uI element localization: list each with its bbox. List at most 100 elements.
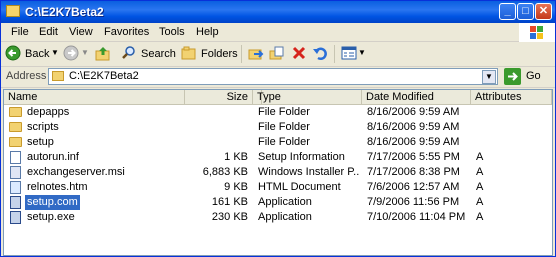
file-date-modified: 7/6/2006 12:57 AM [367, 181, 460, 193]
go-button[interactable]: Go [504, 68, 550, 85]
file-row[interactable]: depapps File Folder 8/16/2006 9:59 AM [4, 105, 552, 120]
delete-icon [292, 46, 306, 60]
file-size: 6,883 KB [202, 166, 248, 178]
folder-icon [9, 122, 22, 132]
address-value: C:\E2K7Beta2 [69, 70, 139, 82]
file-date-modified: 8/16/2006 9:59 AM [367, 106, 460, 118]
file-attributes: A [476, 166, 484, 178]
windows-logo-icon [519, 23, 555, 42]
folder-icon [6, 5, 20, 17]
file-name: relnotes.htm [27, 181, 88, 193]
application-icon [10, 196, 21, 209]
file-type: Setup Information [258, 151, 345, 163]
maximize-button[interactable]: □ [517, 3, 534, 20]
window-title: C:\E2K7Beta2 [25, 5, 104, 19]
folders-label: Folders [201, 48, 238, 60]
file-type: HTML Document [258, 181, 341, 193]
file-row[interactable]: scripts File Folder 8/16/2006 9:59 AM [4, 120, 552, 135]
back-label: Back [25, 48, 50, 60]
menu-favorites[interactable]: Favorites [104, 26, 149, 38]
file-row[interactable]: exchangeserver.msi 6,883 KB Windows Instal… [4, 165, 552, 180]
settings-file-icon [10, 151, 21, 164]
menu-file[interactable]: File [11, 26, 29, 38]
delete-button[interactable] [291, 45, 309, 63]
forward-button[interactable]: ▼ [63, 45, 89, 63]
application-icon [10, 211, 21, 224]
move-to-button[interactable] [248, 45, 266, 63]
file-attributes [476, 135, 536, 150]
file-date-modified: 7/10/2006 11:04 PM [367, 211, 466, 223]
minimize-button[interactable]: _ [499, 3, 516, 20]
file-size: 9 KB [224, 181, 248, 193]
file-row[interactable]: setup File Folder 8/16/2006 9:59 AM [4, 135, 552, 150]
file-row[interactable]: relnotes.htm 9 KB HTML Document 7/6/2006 12… [4, 180, 552, 195]
go-label: Go [526, 70, 541, 82]
file-name: scripts [27, 121, 59, 133]
toolbar-separator [241, 45, 242, 63]
file-name: autorun.inf [27, 151, 79, 163]
file-name: setup.com [25, 195, 80, 210]
file-date-modified: 8/16/2006 9:59 AM [367, 121, 460, 133]
file-name: setup.exe [27, 211, 75, 223]
file-type: Application [258, 211, 312, 223]
views-button[interactable]: ▼ [341, 45, 367, 63]
up-folder-button[interactable] [95, 45, 113, 63]
explorer-window: C:\E2K7Beta2 _ □ ✕ File Edit View Favori… [0, 0, 556, 257]
chevron-down-icon[interactable]: ▼ [81, 48, 89, 57]
file-attributes [476, 120, 536, 135]
folder-icon [9, 137, 22, 147]
file-row[interactable]: setup.exe 230 KB Application 7/10/2006 11:0… [4, 210, 552, 225]
installer-icon [10, 166, 21, 179]
file-date-modified: 7/17/2006 5:55 PM [367, 151, 460, 163]
address-label: Address [6, 70, 47, 82]
file-date-modified: 8/16/2006 9:59 AM [367, 136, 460, 148]
chevron-down-icon[interactable]: ▼ [358, 48, 366, 57]
chevron-down-icon[interactable]: ▼ [51, 48, 59, 57]
column-header-type[interactable]: Type [253, 90, 362, 104]
file-attributes: A [476, 181, 484, 193]
folder-icon [9, 107, 22, 117]
close-button[interactable]: ✕ [535, 3, 552, 20]
file-type: File Folder [258, 106, 310, 118]
file-row[interactable]: autorun.inf 1 KB Setup Information 7/17/200… [4, 150, 552, 165]
undo-icon [313, 47, 327, 60]
file-attributes [476, 105, 536, 120]
column-header-attributes[interactable]: Attributes [471, 90, 552, 104]
file-type: Application [258, 196, 312, 208]
back-button[interactable]: Back ▼ [5, 45, 59, 63]
toolbar-separator [334, 45, 335, 63]
file-date-modified: 7/17/2006 8:38 PM [367, 166, 460, 178]
menu-bar: File Edit View Favorites Tools Help [1, 23, 555, 42]
folders-icon [181, 46, 196, 60]
move-to-folder-icon [248, 49, 264, 60]
undo-button[interactable] [312, 45, 330, 63]
file-name: exchangeserver.msi [27, 166, 125, 178]
column-header-date-modified[interactable]: Date Modified [362, 90, 471, 104]
menu-edit[interactable]: Edit [39, 26, 58, 38]
go-arrow-icon [504, 68, 521, 85]
menu-help[interactable]: Help [196, 26, 219, 38]
folders-button[interactable]: Folders [181, 45, 238, 63]
file-size [189, 120, 248, 135]
forward-arrow-icon [63, 45, 79, 61]
file-name: depapps [27, 106, 70, 118]
file-size: 1 KB [224, 151, 248, 163]
column-header-size[interactable]: Size [184, 90, 253, 104]
views-icon [341, 46, 357, 60]
file-size: 161 KB [211, 196, 248, 208]
search-button[interactable]: Search [121, 45, 179, 63]
file-type: File Folder [258, 136, 310, 148]
file-attributes: A [476, 196, 484, 208]
address-input[interactable]: C:\E2K7Beta2 ▼ [48, 68, 498, 85]
file-name: setup [27, 136, 54, 148]
address-dropdown-button[interactable]: ▼ [482, 70, 496, 84]
file-row[interactable]: setup.com 161 KB Application 7/9/2006 11:56… [4, 195, 552, 210]
search-label: Search [141, 48, 176, 60]
file-list[interactable]: Name Size Type Date Modified Attributes … [3, 89, 553, 256]
search-icon [122, 46, 135, 59]
menu-tools[interactable]: Tools [159, 26, 185, 38]
copy-to-button[interactable] [269, 45, 287, 63]
copy-to-folder-icon [269, 46, 284, 60]
menu-view[interactable]: View [69, 26, 93, 38]
title-bar[interactable]: C:\E2K7Beta2 _ □ ✕ [1, 1, 555, 23]
